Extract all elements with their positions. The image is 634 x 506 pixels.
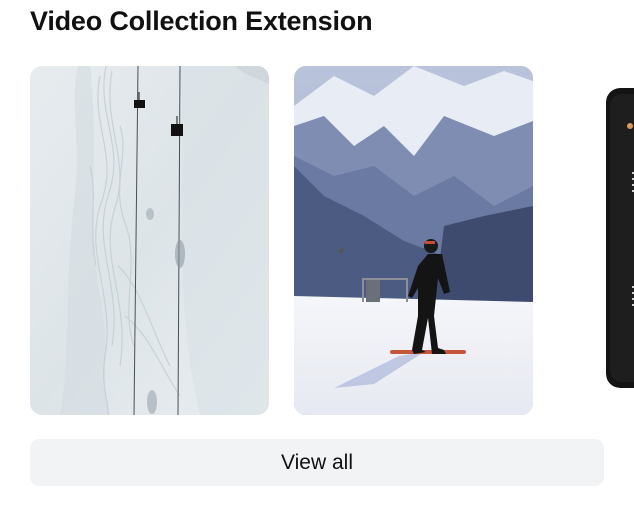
video-thumbnail-snowboarder [294, 66, 533, 415]
video-carousel[interactable] [30, 66, 634, 415]
section-title: Video Collection Extension [30, 6, 373, 36]
video-card-snowboarder[interactable] [294, 66, 533, 415]
video-collection-section: Video Collection Extension View all [0, 0, 634, 506]
video-thumbnail-ski-lift [30, 66, 269, 415]
view-all-button[interactable]: View all [30, 439, 604, 486]
video-card-ski-lift[interactable] [30, 66, 269, 415]
video-card-snowboard[interactable] [606, 88, 634, 388]
video-thumbnail-snowboard [606, 88, 634, 388]
